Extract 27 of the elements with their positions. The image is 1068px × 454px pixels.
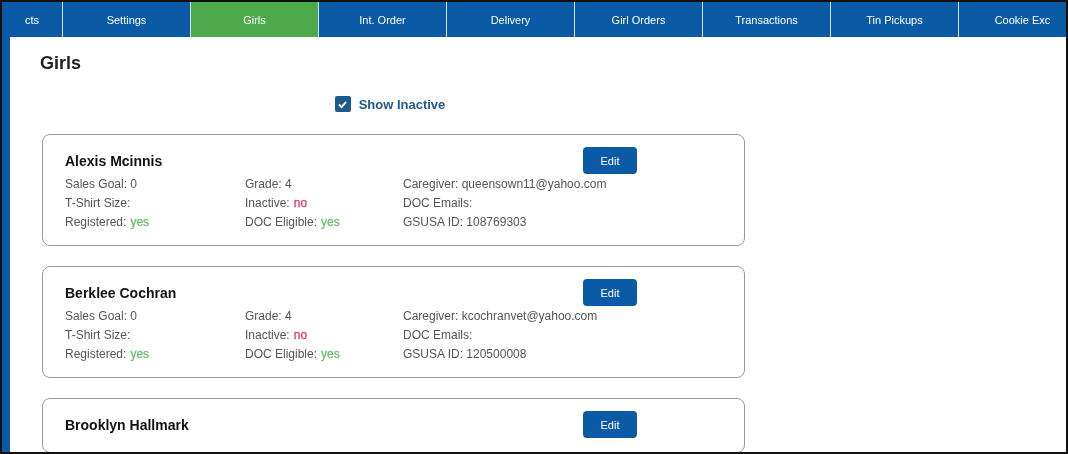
girl-name: Berklee Cochran [65,284,177,301]
page-title: Girls [40,53,82,74]
girl-field: Grade: 4 [245,308,403,325]
girl-field: Registered: yes [65,346,245,363]
girl-field: GSUSA ID: 108769303 [403,214,722,231]
girl-field: Grade: 4 [245,176,403,193]
girl-field: Caregiver: queensown11@yahoo.com [403,176,722,193]
girl-field: GSUSA ID: 120500008 [403,346,722,363]
girl-field: T-Shirt Size: [65,195,245,212]
checkbox-label: Show Inactive [358,96,446,112]
girl-field: DOC Eligible: yes [245,214,403,231]
girl-field: DOC Emails: [403,195,722,212]
girl-field: Caregiver: kcochranvet@yahoo.com [403,308,722,325]
girl-field: Registered: yes [65,214,245,231]
girl-name: Alexis Mcinnis [65,152,163,169]
girl-field: DOC Emails: [403,327,722,344]
edit-button[interactable]: Edit [583,411,637,438]
girl-field: Inactive: no [245,195,403,212]
girl-field: Sales Goal: 0 [65,308,245,325]
girl-name: Brooklyn Hallmark [65,416,189,433]
girl-field: DOC Eligible: yes [245,346,403,363]
girl-field: Inactive: no [245,327,403,344]
edit-button[interactable]: Edit [583,147,637,174]
checkbox-icon[interactable] [334,96,351,112]
girl-field: Sales Goal: 0 [65,176,245,193]
edit-button[interactable]: Edit [583,279,637,306]
girl-field: T-Shirt Size: [65,327,245,344]
